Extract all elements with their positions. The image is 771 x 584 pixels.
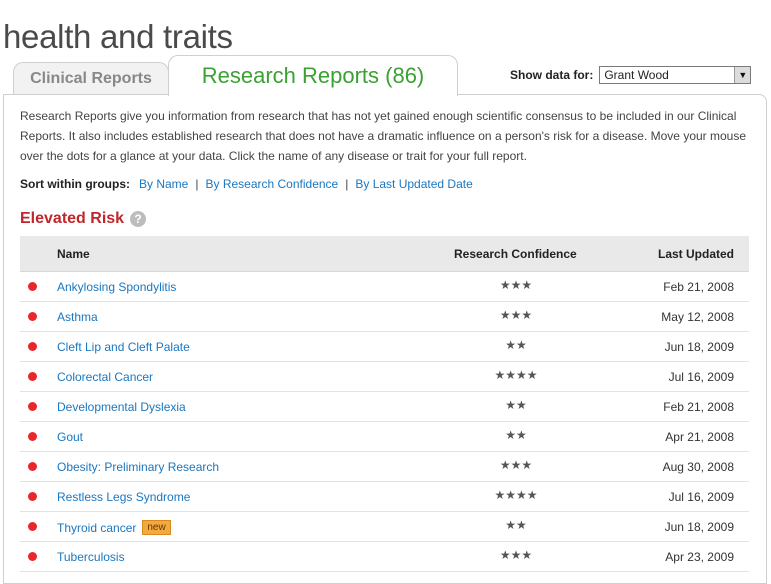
section-elevated-risk: Elevated Risk ? [20,210,147,228]
star-icon: ★★★★ [494,368,538,382]
report-link[interactable]: Tuberculosis [57,550,125,564]
star-icon: ★★★★ [494,488,538,502]
risk-dot-icon[interactable] [28,492,37,501]
report-link[interactable]: Colorectal Cancer [57,370,153,384]
last-updated: Feb 21, 2008 [663,400,734,414]
help-icon[interactable]: ? [130,211,147,227]
last-updated: Jun 18, 2009 [664,340,734,354]
star-icon: ★★ [505,518,527,532]
risk-dot-icon[interactable] [28,402,37,411]
tab-research-reports[interactable]: Research Reports (86) [168,55,458,96]
risk-dot-icon[interactable] [28,462,37,471]
last-updated: May 12, 2008 [661,310,734,324]
star-icon: ★★★ [499,278,533,292]
table-row: Restless Legs Syndrome ★★★★ Jul 16, 2009 [20,482,749,512]
row-name-cell: Restless Legs Syndrome [57,490,190,504]
risk-dot-icon[interactable] [28,312,37,321]
sort-separator: | [345,177,349,191]
last-updated: Apr 21, 2008 [665,430,734,444]
row-name-cell: Ankylosing Spondylitis [57,280,176,294]
risk-dot-icon[interactable] [28,522,37,531]
row-name-cell: Gout [57,430,83,444]
row-name-cell: Developmental Dyslexia [57,400,186,414]
report-link[interactable]: Obesity: Preliminary Research [57,460,219,474]
row-name-cell: Colorectal Cancer [57,370,153,384]
tab-clinical-reports[interactable]: Clinical Reports [13,62,169,95]
risk-dot-icon[interactable] [28,432,37,441]
show-data-for: Show data for: Grant Wood ▼ [510,66,752,84]
profile-select[interactable]: Grant Wood ▼ [599,66,752,84]
header-name: Name [57,246,90,261]
chevron-down-icon[interactable]: ▼ [734,67,751,83]
table-row: Cleft Lip and Cleft Palate ★★ Jun 18, 20… [20,332,749,362]
risk-dot-icon[interactable] [28,342,37,351]
sort-by-date-link[interactable]: By Last Updated Date [355,177,472,191]
report-link[interactable]: Asthma [57,310,98,324]
sort-controls: Sort within groups: By Name | By Researc… [20,177,473,191]
sort-by-confidence-link[interactable]: By Research Confidence [205,177,338,191]
row-name-cell: Thyroid cancer new [57,520,171,535]
star-icon: ★★★ [499,458,533,472]
new-badge: new [142,520,171,535]
header-research-confidence: Research Confidence [454,246,577,261]
star-icon: ★★ [505,398,527,412]
risk-dot-icon[interactable] [28,282,37,291]
star-icon: ★★★ [499,548,533,562]
row-name-cell: Cleft Lip and Cleft Palate [57,340,190,354]
table-row: Tuberculosis ★★★ Apr 23, 2009 [20,542,749,572]
last-updated: Apr 23, 2009 [665,550,734,564]
star-icon: ★★ [505,428,527,442]
row-name-cell: Tuberculosis [57,550,125,564]
table-row: Gout ★★ Apr 21, 2008 [20,422,749,452]
show-data-label: Show data for: [510,68,594,82]
risk-dot-icon[interactable] [28,372,37,381]
report-link[interactable]: Thyroid cancer [57,521,136,535]
table-row: Developmental Dyslexia ★★ Feb 21, 2008 [20,392,749,422]
table-row: Colorectal Cancer ★★★★ Jul 16, 2009 [20,362,749,392]
star-icon: ★★ [505,338,527,352]
last-updated: Feb 21, 2008 [663,280,734,294]
table-header: Name Research Confidence Last Updated [20,236,749,272]
page-title: health and traits [3,18,233,56]
table-row: Ankylosing Spondylitis ★★★ Feb 21, 2008 [20,272,749,302]
star-icon: ★★★ [499,308,533,322]
intro-text: Research Reports give you information fr… [20,109,747,163]
report-link[interactable]: Gout [57,430,83,444]
table-row: Thyroid cancer new ★★ Jun 18, 2009 [20,512,749,542]
last-updated: Aug 30, 2008 [662,460,734,474]
sort-label: Sort within groups: [20,177,130,191]
report-link[interactable]: Cleft Lip and Cleft Palate [57,340,190,354]
last-updated: Jun 18, 2009 [664,520,734,534]
section-title: Elevated Risk [20,210,125,227]
profile-select-value: Grant Wood [604,68,669,82]
report-link[interactable]: Developmental Dyslexia [57,400,186,414]
row-name-cell: Obesity: Preliminary Research [57,460,219,474]
risk-dot-icon[interactable] [28,552,37,561]
table-row: Obesity: Preliminary Research ★★★ Aug 30… [20,452,749,482]
header-last-updated: Last Updated [657,246,734,261]
last-updated: Jul 16, 2009 [668,370,734,384]
last-updated: Jul 16, 2009 [668,490,734,504]
sort-separator: | [195,177,199,191]
sort-by-name-link[interactable]: By Name [139,177,188,191]
row-name-cell: Asthma [57,310,98,324]
report-link[interactable]: Ankylosing Spondylitis [57,280,176,294]
table-row: Asthma ★★★ May 12, 2008 [20,302,749,332]
reports-table: Name Research Confidence Last Updated An… [20,236,749,572]
report-link[interactable]: Restless Legs Syndrome [57,490,190,504]
